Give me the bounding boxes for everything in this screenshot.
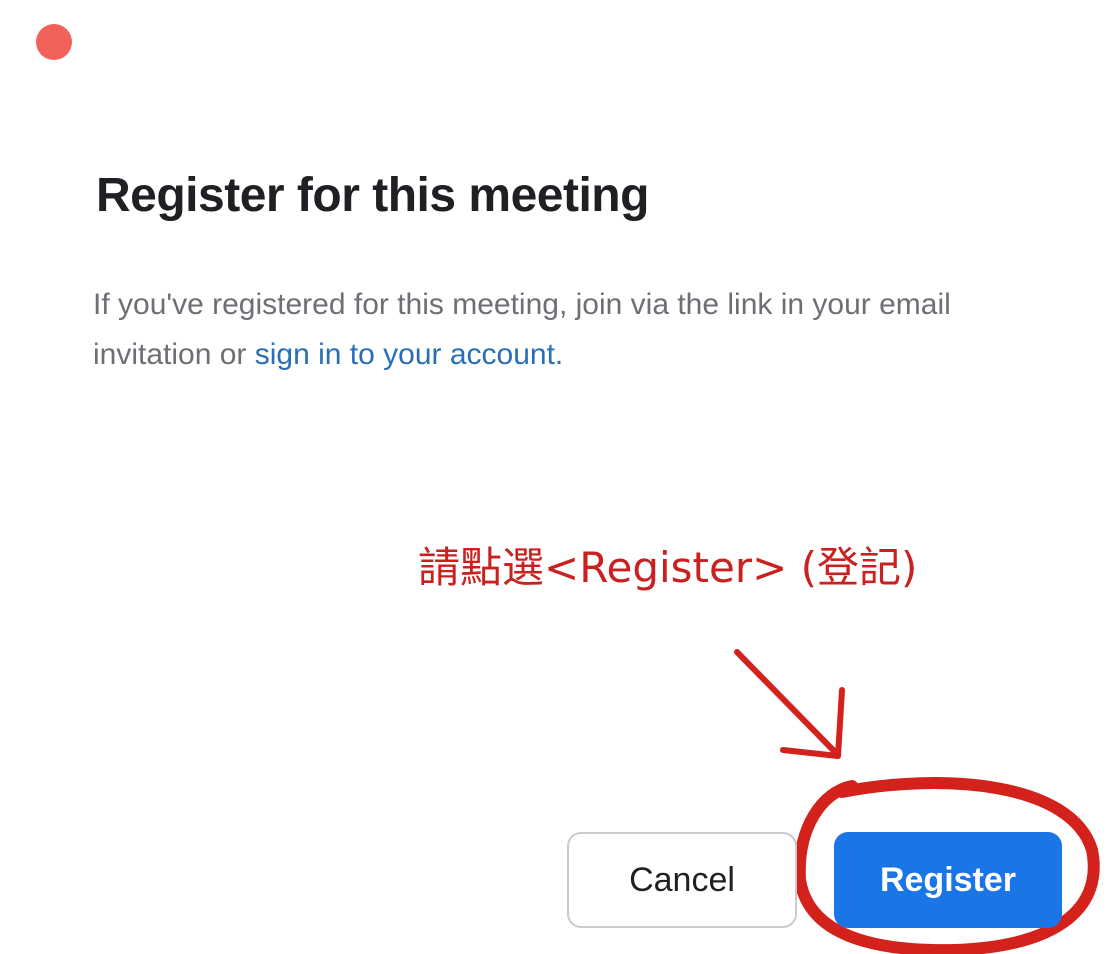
annotation-overlay [734,649,1100,954]
annotation-arrow-icon [734,649,845,759]
dialog-description: If you've registered for this meeting, j… [93,280,1073,380]
sign-in-link[interactable]: sign in to your account. [255,338,564,371]
dialog-title: Register for this meeting [96,169,649,222]
close-window-button[interactable] [36,24,72,60]
register-button[interactable]: Register [834,832,1062,928]
cancel-button[interactable]: Cancel [567,832,797,928]
register-dialog: Register for this meeting If you've regi… [0,0,1109,954]
annotation-instruction: 請點選<Register> (登記) [418,543,918,592]
